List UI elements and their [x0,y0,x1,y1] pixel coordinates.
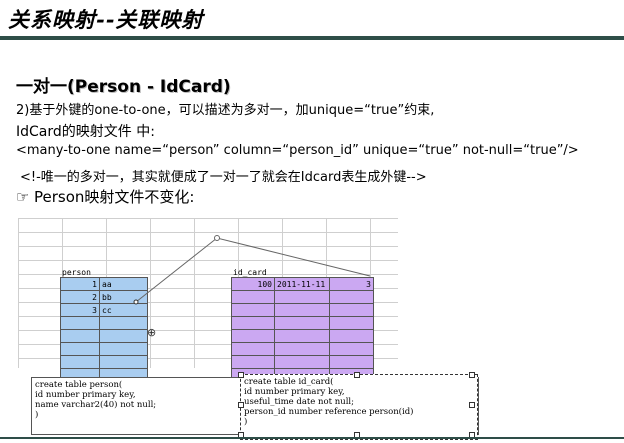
table-cell: 100 [231,277,275,291]
table-row [231,342,374,356]
table-row [60,342,148,356]
resize-handle[interactable] [354,372,360,378]
text-line-1: 2)基于外键的one-to-one，可以描述为多对一，加unique=“true… [16,103,435,118]
sql-line: useful_time date not null; [244,397,354,407]
sql-line: create table person( [35,380,123,390]
table-row [60,355,148,369]
slide-title: 关系映射--关联映射 [8,7,204,32]
header-divider [0,36,624,40]
sql-line: id number primary key, [244,387,345,397]
person-table: 1 aa 2 bb 3 cc [60,277,148,382]
resize-handle[interactable] [469,372,475,378]
slide-header: 关系映射--关联映射 [0,0,624,40]
table-cell: cc [99,303,148,317]
table-cell: aa [99,277,148,291]
table-row: 1 aa [60,277,148,291]
table-row: 3 cc [60,303,148,317]
text-line-5: ☞ Person映射文件不变化: [16,186,194,207]
idcard-sql-box[interactable]: create table id_card( id number primary … [240,374,478,440]
footer-divider [0,437,624,439]
table-row: 2 bb [60,290,148,304]
sql-line: ) [244,417,248,427]
idcard-table: 100 2011-11-11 3 [231,277,374,382]
idcard-table-name: id_card [233,268,267,277]
text-line-3: <many-to-one name=“person” column=“perso… [16,143,579,158]
person-table-name: person [62,268,91,277]
text-line-5-label: Person映射文件不变化: [34,188,195,206]
resize-handle[interactable] [469,402,475,408]
pointing-hand-icon: ☞ [16,188,30,206]
resize-handle[interactable] [238,372,244,378]
section-heading: 一对一(Person - IdCard) [16,72,231,97]
sql-line: person_id number reference person(id) [244,407,414,417]
table-row [231,290,374,304]
heading-rest: (Person - IdCard) [67,77,231,97]
table-row [231,303,374,317]
heading-prefix: 一对一 [16,77,67,97]
table-cell: 2011-11-11 [274,277,330,291]
sql-line: create table id_card( [244,377,334,387]
table-row [231,329,374,343]
resize-handle[interactable] [238,402,244,408]
table-cell: 1 [60,277,100,291]
table-row [231,355,374,369]
sql-line: id number primary key, [35,390,136,400]
table-row [60,316,148,330]
sql-line: ) [35,410,39,420]
text-line-2: IdCard的映射文件 中: [16,124,155,140]
table-cell: 2 [60,290,100,304]
table-row [231,316,374,330]
table-cell: 3 [60,303,100,317]
table-cell: 3 [329,277,374,291]
table-cell: bb [99,290,148,304]
text-line-4: <!-唯一的多对一，其实就便成了一对一了就会在Idcard表生成外键--> [20,170,427,185]
sql-line: name varchar2(40) not null; [35,400,157,410]
table-row: 100 2011-11-11 3 [231,277,374,291]
table-row [60,329,148,343]
